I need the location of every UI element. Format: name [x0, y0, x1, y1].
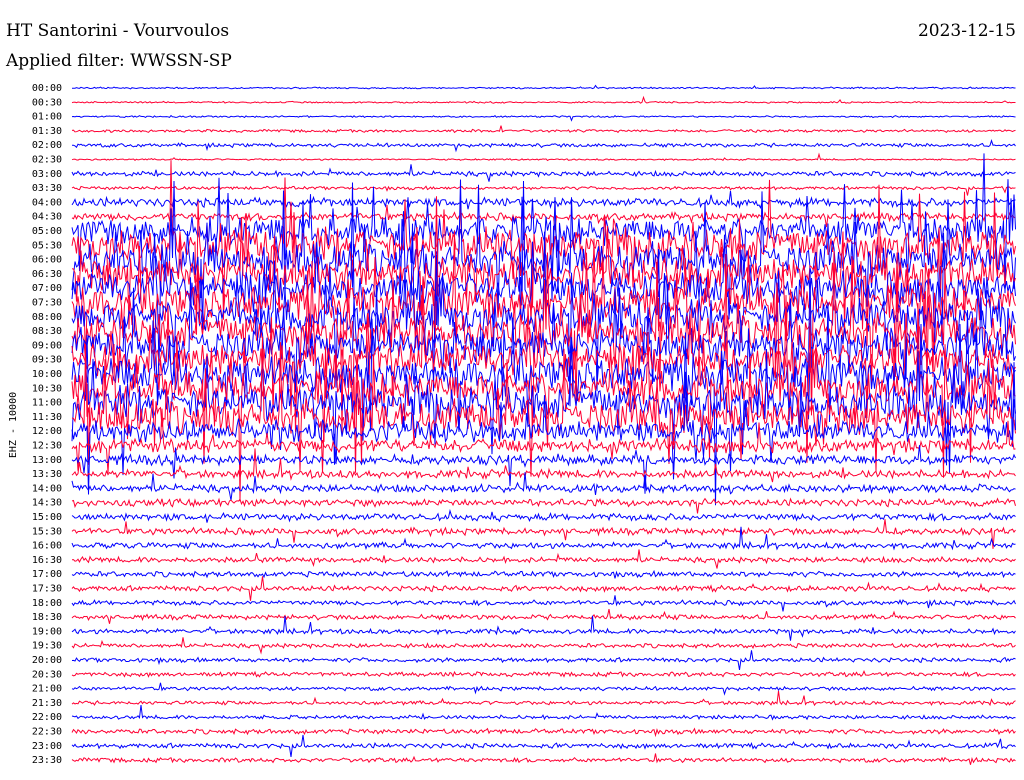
trace-row [71, 152, 1016, 162]
time-tick-label: 23:00 [32, 741, 62, 752]
time-tick-label: 02:30 [32, 155, 62, 166]
trace-row [71, 690, 1016, 707]
time-tick-label: 17:00 [32, 569, 62, 580]
trace-row [71, 727, 1016, 738]
time-tick-label: 15:00 [32, 512, 62, 523]
trace-row [72, 138, 1016, 153]
time-tick-label: 14:30 [32, 498, 62, 509]
trace-row [71, 508, 1016, 523]
time-tick-labels: 00:00 00:30 01:00 01:30 02:00 02:30 03:00 03:30… [32, 83, 62, 766]
trace-row [71, 608, 1016, 624]
time-tick-label: 00:00 [32, 83, 62, 94]
trace-row [71, 519, 1016, 549]
time-tick-label: 13:00 [32, 455, 62, 466]
channel-axis-label: EHZ - 10000 [8, 392, 19, 458]
time-tick-label: 05:30 [32, 240, 62, 251]
time-tick-label: 07:30 [32, 298, 62, 309]
time-tick-label: 16:00 [32, 541, 62, 552]
time-tick-label: 20:30 [32, 669, 62, 680]
time-tick-label: 19:30 [32, 641, 62, 652]
time-tick-label: 04:30 [32, 212, 62, 223]
filter-label: Applied filter: WWSSN-SP [5, 51, 232, 71]
time-tick-label: 13:30 [32, 469, 62, 480]
trace-row [71, 569, 1016, 579]
trace-row [71, 734, 1016, 757]
time-tick-label: 18:00 [32, 598, 62, 609]
time-tick-label: 11:30 [32, 412, 62, 423]
time-tick-label: 17:30 [32, 584, 62, 595]
time-tick-label: 15:30 [32, 526, 62, 537]
helicorder-chart: HT Santorini - Vourvoulos 2023-12-15 App… [5, 21, 1016, 766]
trace-row [71, 595, 1016, 612]
time-tick-label: 10:30 [32, 383, 62, 394]
time-tick-label: 00:30 [32, 97, 62, 108]
time-tick-label: 07:00 [32, 283, 62, 294]
time-tick-label: 23:30 [32, 755, 62, 766]
time-tick-label: 11:00 [32, 398, 62, 409]
time-tick-label: 19:00 [32, 626, 62, 637]
station-title: HT Santorini - Vourvoulos [6, 21, 229, 41]
trace-group [71, 84, 1016, 765]
trace-row [71, 125, 1016, 134]
time-tick-label: 21:30 [32, 698, 62, 709]
time-tick-label: 22:00 [32, 712, 62, 723]
trace-row [71, 615, 1016, 641]
trace-row [71, 670, 1016, 678]
trace-row [71, 497, 1016, 514]
time-tick-label: 09:30 [32, 355, 62, 366]
time-tick-label: 01:00 [32, 112, 62, 123]
time-tick-label: 20:00 [32, 655, 62, 666]
time-tick-label: 04:00 [32, 197, 62, 208]
time-tick-label: 22:30 [32, 727, 62, 738]
time-tick-label: 01:30 [32, 126, 62, 137]
time-tick-label: 16:30 [32, 555, 62, 566]
trace-row [71, 164, 1016, 182]
time-tick-label: 08:00 [32, 312, 62, 323]
trace-row [71, 95, 1016, 104]
trace-row [71, 190, 1016, 210]
time-tick-label: 18:30 [32, 612, 62, 623]
record-date: 2023-12-15 [918, 21, 1016, 41]
time-tick-label: 10:00 [32, 369, 62, 380]
trace-row [71, 753, 1016, 765]
trace-row [71, 650, 1016, 670]
time-tick-label: 12:30 [32, 441, 62, 452]
trace-row [71, 185, 1016, 196]
time-tick-label: 14:00 [32, 483, 62, 494]
trace-row [71, 114, 1016, 122]
time-tick-label: 06:30 [32, 269, 62, 280]
trace-row [71, 704, 1016, 721]
trace-row [71, 549, 1016, 569]
trace-row [71, 448, 1016, 483]
time-tick-label: 09:00 [32, 340, 62, 351]
trace-row [71, 84, 1016, 90]
time-tick-label: 03:00 [32, 169, 62, 180]
time-tick-label: 08:30 [32, 326, 62, 337]
time-tick-label: 02:00 [32, 140, 62, 151]
time-tick-label: 21:00 [32, 684, 62, 695]
trace-row [71, 682, 1016, 696]
time-tick-label: 06:00 [32, 255, 62, 266]
time-tick-label: 03:30 [32, 183, 62, 194]
trace-row [71, 576, 1016, 601]
trace-row [71, 637, 1016, 655]
time-tick-label: 05:00 [32, 226, 62, 237]
time-tick-label: 12:00 [32, 426, 62, 437]
